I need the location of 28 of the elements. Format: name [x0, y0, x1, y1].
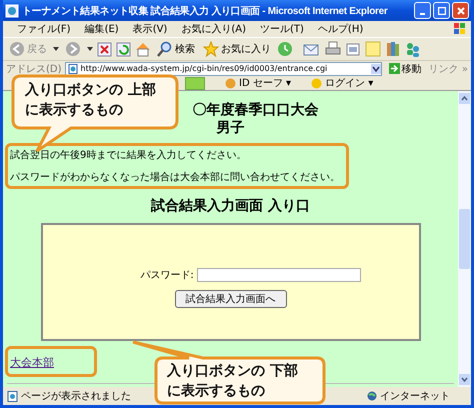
submit-button[interactable]: 試合結果入力画面へ: [174, 290, 286, 308]
menu-item[interactable]: ツール(T): [254, 22, 310, 36]
callout-text: に表示するもの: [25, 101, 124, 120]
address-label: アドレス(D): [6, 62, 62, 76]
page-heading: 男子: [216, 119, 244, 137]
menu-item[interactable]: ファイル(F): [11, 22, 77, 36]
notice-text: 試合翌日の午後9時までに結果を入力してください。: [10, 148, 248, 162]
headquarters-link[interactable]: 大会本部: [10, 356, 54, 369]
menu-item[interactable]: ヘルプ(H): [312, 22, 370, 36]
go-button[interactable]: 移動: [384, 62, 426, 76]
search-button[interactable]: 検索: [155, 41, 197, 57]
form-title: 試合結果入力画面 入り口: [151, 197, 310, 215]
menu-item[interactable]: 編集(E): [78, 22, 125, 36]
favorites-button[interactable]: お気に入り: [201, 41, 273, 57]
toolbar-menu-button[interactable]: ID セーフ ▾: [225, 76, 292, 90]
toolbar-menu-button[interactable]: ログイン ▾: [311, 76, 374, 90]
status-text: ページが表示されました: [21, 390, 131, 403]
notice-text: パスワードがわからなくなった場合は大会本部に問い合わせてください。: [10, 170, 340, 184]
menu-item[interactable]: 表示(V): [126, 22, 174, 36]
password-label: パスワード:: [140, 269, 194, 282]
callout-text: 入り口ボタンの 下部: [167, 362, 298, 381]
callout-text: 入り口ボタンの 上部: [25, 80, 156, 100]
zone-status: インターネット: [367, 389, 467, 403]
window-title: トーナメント結果ネット収集 試合結果入力 入り口画面 - Microsoft Internet Explorer: [22, 4, 389, 18]
callout-text: に表示するもの: [167, 382, 266, 401]
menu-item[interactable]: お気に入り(A): [175, 22, 252, 36]
address-field[interactable]: http://www.wada-system.jp/cgi-bin/res09/id0003/entrance.cgi: [64, 62, 382, 76]
page-heading: 〇年度春季口口大会: [192, 101, 318, 119]
